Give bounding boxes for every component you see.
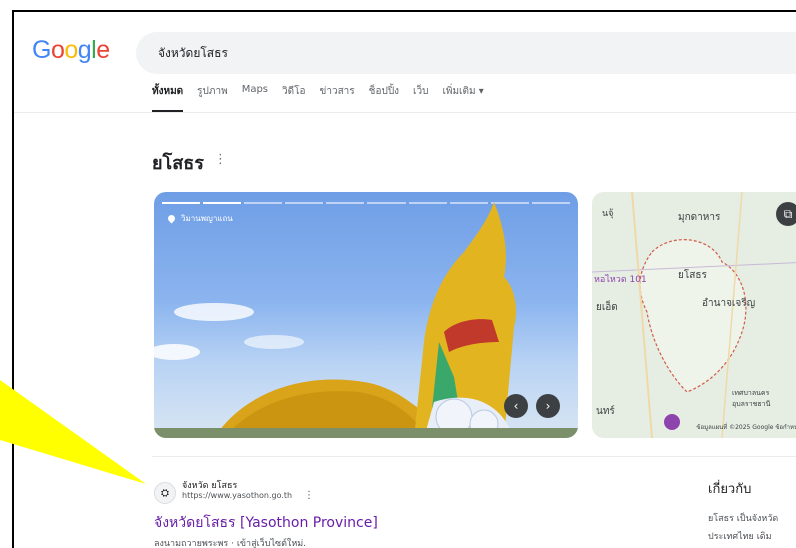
photo-next-button[interactable]: › (536, 394, 560, 418)
more-vert-icon[interactable]: ⋮ (214, 152, 227, 167)
map-expand-button[interactable]: ⧉ (776, 202, 796, 226)
entity-title: ยโสธร (152, 153, 204, 174)
tab-more[interactable]: เพิ่มเติม ▾ (442, 84, 483, 106)
tab-maps[interactable]: Maps (242, 84, 268, 106)
tab-news[interactable]: ข่าวสาร (320, 84, 355, 106)
entity-photo[interactable]: วิมานพญาแถน ‹ › (154, 192, 578, 438)
tab-web[interactable]: เว็บ (413, 84, 428, 106)
logo-letter: o (64, 36, 78, 64)
map-label: เทศบาลนคร อุบลราชธานี (732, 389, 771, 408)
map-label: นทร์ (596, 406, 615, 417)
map-attribution[interactable]: ข้อมูลแผนที่ ©2025 Google ข้อกำหนด (696, 422, 796, 432)
result-site-name[interactable]: จังหวัด ยโสธร (182, 478, 237, 492)
result-snippet: ลงนามถวายพระพร · เข้าสู่เว็บไซต์ใหม่. (154, 539, 307, 548)
browser-frame: Google จังหวัดยโสธร ทั้งหมด รูปภาพ Maps … (12, 10, 796, 548)
photo-prev-button[interactable]: ‹ (504, 394, 528, 418)
header-divider (14, 112, 796, 113)
about-line: ประเทศไทย เดิม (708, 532, 772, 542)
logo-letter: e (96, 36, 110, 64)
about-heading: เกี่ยวกับ (708, 482, 752, 497)
google-logo[interactable]: Google (32, 36, 110, 65)
tab-shopping[interactable]: ช็อปปิ้ง (369, 84, 399, 106)
chevron-right-icon: › (545, 399, 551, 413)
search-query: จังหวัดยโสธร (158, 46, 228, 60)
search-tabs: ทั้งหมด รูปภาพ Maps วิดีโอ ข่าวสาร ช็อปป… (152, 84, 484, 112)
logo-letter: G (32, 36, 51, 64)
about-line: ยโสธร เป็นจังหวัด (708, 514, 779, 524)
search-input[interactable]: จังหวัดยโสธร (136, 32, 796, 74)
map-label: หอไหวด 101 (594, 275, 647, 285)
tab-all[interactable]: ทั้งหมด (152, 84, 184, 112)
result-title-link[interactable]: จังหวัดยโสธร [Yasothon Province] (154, 512, 378, 534)
map-label: มุกดาหาร (678, 212, 721, 223)
map-label: อำนาจเจริญ (702, 298, 756, 309)
entity-map[interactable]: นจุ้ มุกดาหาร หอไหวด 101 ยโสธร ยเอ็ด อำน… (592, 192, 796, 438)
more-vert-icon[interactable]: ⋮ (304, 490, 314, 501)
logo-letter: o (50, 36, 65, 64)
tab-videos[interactable]: วิดีโอ (282, 84, 306, 106)
chevron-left-icon: ‹ (513, 399, 519, 413)
about-snippet: ยโสธร เป็นจังหวัด ประเทศไทย เดิม (708, 510, 796, 546)
result-url[interactable]: https://www.yasothon.go.th (182, 491, 292, 500)
site-favicon-icon[interactable]: ⛭ (154, 482, 176, 504)
map-label: นจุ้ (602, 209, 614, 219)
map-label: ยโสธร (678, 270, 707, 281)
map-label: ยเอ็ด (596, 302, 618, 313)
expand-icon: ⧉ (783, 206, 793, 221)
result-divider (152, 456, 796, 457)
tab-images[interactable]: รูปภาพ (197, 84, 228, 106)
logo-letter: g (77, 36, 92, 64)
